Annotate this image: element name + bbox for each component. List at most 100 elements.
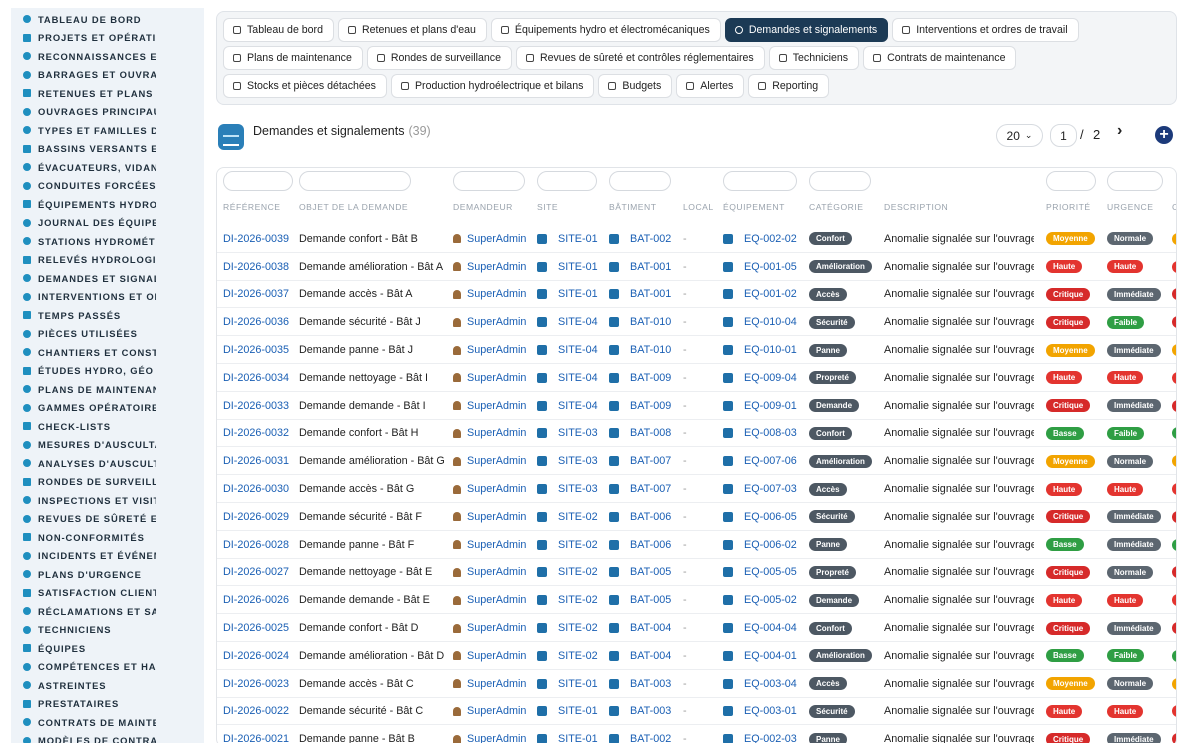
sidebar-item[interactable]: TEMPS PASSÉS — [11, 306, 204, 325]
sidebar-item[interactable]: SATISFACTION CLIENT — [11, 584, 204, 603]
building-link[interactable]: BAT-010 — [630, 316, 671, 328]
column-filter-input[interactable] — [453, 171, 525, 191]
sidebar-item[interactable]: TECHNICIENS — [11, 621, 204, 640]
reference-link[interactable]: DI-2026-0027 — [223, 566, 289, 578]
reference-link[interactable]: DI-2026-0032 — [223, 427, 289, 439]
building-link[interactable]: BAT-004 — [630, 622, 671, 634]
reference-link[interactable]: DI-2026-0031 — [223, 455, 289, 467]
equipment-link[interactable]: EQ-002-03 — [744, 733, 797, 743]
sidebar-item[interactable]: ÉQUIPES — [11, 639, 204, 658]
reference-link[interactable]: DI-2026-0021 — [223, 733, 289, 743]
column-filter-input[interactable] — [537, 171, 597, 191]
reference-link[interactable]: DI-2026-0022 — [223, 705, 289, 717]
table-row[interactable]: DI-2026-0035 Demande panne - Bât J SuperAd… — [217, 336, 1176, 364]
site-link[interactable]: SITE-03 — [558, 427, 598, 439]
requester-link[interactable]: SuperAdmin — [467, 455, 526, 467]
module-tab[interactable]: Retenues et plans d'eau — [337, 18, 487, 42]
building-link[interactable]: BAT-002 — [630, 733, 671, 743]
module-tab[interactable]: Techniciens — [768, 46, 860, 70]
column-filter-input[interactable] — [809, 171, 871, 191]
equipment-link[interactable]: EQ-007-03 — [744, 483, 797, 495]
building-link[interactable]: BAT-009 — [630, 400, 671, 412]
building-link[interactable]: BAT-009 — [630, 372, 671, 384]
table-row[interactable]: DI-2026-0028 Demande panne - Bât F SuperAd… — [217, 531, 1176, 559]
equipment-link[interactable]: EQ-010-01 — [744, 344, 797, 356]
equipment-link[interactable]: EQ-010-04 — [744, 316, 797, 328]
site-link[interactable]: SITE-03 — [558, 483, 598, 495]
column-filter-input[interactable] — [609, 171, 671, 191]
building-link[interactable]: BAT-005 — [630, 566, 671, 578]
page-size-select[interactable]: 20 ⌄ — [996, 124, 1043, 147]
table-row[interactable]: DI-2026-0027 Demande nettoyage - Bât E Sup… — [217, 559, 1176, 587]
equipment-link[interactable]: EQ-002-02 — [744, 233, 797, 245]
table-row[interactable]: DI-2026-0037 Demande accès - Bât A SuperAd… — [217, 281, 1176, 309]
table-row[interactable]: DI-2026-0038 Demande amélioration - Bât A… — [217, 253, 1176, 281]
requester-link[interactable]: SuperAdmin — [467, 372, 526, 384]
table-row[interactable]: DI-2026-0021 Demande panne - Bât B SuperAd… — [217, 725, 1176, 743]
site-link[interactable]: SITE-04 — [558, 316, 598, 328]
sidebar-item[interactable]: OUVRAGES PRINCIPAUX — [11, 103, 204, 122]
column-header[interactable]: PRIORITÉ — [1046, 202, 1091, 212]
column-header[interactable]: URGENCE — [1107, 202, 1153, 212]
module-tab[interactable]: Production hydroélectrique et bilans — [390, 74, 595, 98]
requester-link[interactable]: SuperAdmin — [467, 650, 526, 662]
sidebar-item[interactable]: RÉCLAMATIONS ET SAV — [11, 602, 204, 621]
sidebar-item[interactable]: ÉTUDES HYDRO, GÉO ET ENVIRONNEMENT — [11, 362, 204, 381]
module-tab[interactable]: Demandes et signalements — [724, 18, 889, 42]
reference-link[interactable]: DI-2026-0025 — [223, 622, 289, 634]
equipment-link[interactable]: EQ-005-02 — [744, 594, 797, 606]
site-link[interactable]: SITE-01 — [558, 678, 598, 690]
sidebar-item[interactable]: CHANTIERS ET CONSTRUCTIONS — [11, 343, 204, 362]
sidebar-item[interactable]: RONDES DE SURVEILLANCE — [11, 473, 204, 492]
table-row[interactable]: DI-2026-0026 Demande demande - Bât E Super… — [217, 586, 1176, 615]
column-header[interactable]: DESCRIPTION — [884, 202, 948, 212]
sidebar-item[interactable]: ÉQUIPEMENTS HYDRO ET ÉLECTROMÉCANIQUES — [11, 195, 204, 214]
table-row[interactable]: DI-2026-0022 Demande sécurité - Bât C Supe… — [217, 698, 1176, 726]
page-number-input[interactable]: 1 — [1050, 124, 1077, 147]
module-tab[interactable]: Reporting — [748, 74, 830, 98]
building-link[interactable]: BAT-007 — [630, 455, 671, 467]
sidebar-item[interactable]: GAMMES OPÉRATOIRES — [11, 399, 204, 418]
site-link[interactable]: SITE-02 — [558, 594, 598, 606]
building-link[interactable]: BAT-002 — [630, 233, 671, 245]
equipment-link[interactable]: EQ-001-02 — [744, 288, 797, 300]
equipment-link[interactable]: EQ-003-04 — [744, 678, 797, 690]
module-tab[interactable]: Budgets — [598, 74, 673, 98]
module-tab[interactable]: Contrats de maintenance — [863, 46, 1017, 70]
building-link[interactable]: BAT-008 — [630, 427, 671, 439]
site-link[interactable]: SITE-02 — [558, 650, 598, 662]
sidebar-item[interactable]: ÉVACUATEURS, VIDANGES — [11, 158, 204, 177]
column-filter-input[interactable] — [299, 171, 411, 191]
module-tab[interactable]: Interventions et ordres de travail — [892, 18, 1079, 42]
requester-link[interactable]: SuperAdmin — [467, 427, 526, 439]
equipment-link[interactable]: EQ-006-02 — [744, 539, 797, 551]
sidebar-item[interactable]: INTERVENTIONS ET ORDRES DE TRAVAIL — [11, 288, 204, 307]
equipment-link[interactable]: EQ-003-01 — [744, 705, 797, 717]
sidebar-item[interactable]: NON-CONFORMITÉS — [11, 528, 204, 547]
requester-link[interactable]: SuperAdmin — [467, 733, 526, 743]
requester-link[interactable]: SuperAdmin — [467, 622, 526, 634]
site-link[interactable]: SITE-01 — [558, 705, 598, 717]
requester-link[interactable]: SuperAdmin — [467, 483, 526, 495]
column-header[interactable]: DEMANDEUR — [453, 202, 513, 212]
sidebar-item[interactable]: INCIDENTS ET ÉVÉNEMENTS — [11, 547, 204, 566]
equipment-link[interactable]: EQ-009-01 — [744, 400, 797, 412]
building-link[interactable]: BAT-001 — [630, 288, 671, 300]
equipment-link[interactable]: EQ-008-03 — [744, 427, 797, 439]
reference-link[interactable]: DI-2026-0029 — [223, 511, 289, 523]
requester-link[interactable]: SuperAdmin — [467, 316, 526, 328]
site-link[interactable]: SITE-01 — [558, 233, 598, 245]
equipment-link[interactable]: EQ-006-05 — [744, 511, 797, 523]
sidebar-item[interactable]: PROJETS ET OPÉRATIONS — [11, 29, 204, 48]
column-filter-input[interactable] — [723, 171, 797, 191]
module-tab[interactable]: Équipements hydro et électromécaniques — [490, 18, 721, 42]
table-row[interactable]: DI-2026-0029 Demande sécurité - Bât F Supe… — [217, 503, 1176, 531]
sidebar-item[interactable]: BARRAGES ET OUVRAGES — [11, 66, 204, 85]
building-link[interactable]: BAT-005 — [630, 594, 671, 606]
sidebar-item[interactable]: RELEVÉS HYDROLOGIQUES — [11, 251, 204, 270]
table-row[interactable]: DI-2026-0031 Demande amélioration - Bât G… — [217, 447, 1176, 476]
building-link[interactable]: BAT-004 — [630, 650, 671, 662]
sidebar-item[interactable]: CHECK-LISTS — [11, 417, 204, 436]
reference-link[interactable]: DI-2026-0037 — [223, 288, 289, 300]
next-page-button[interactable]: › — [1117, 122, 1122, 140]
